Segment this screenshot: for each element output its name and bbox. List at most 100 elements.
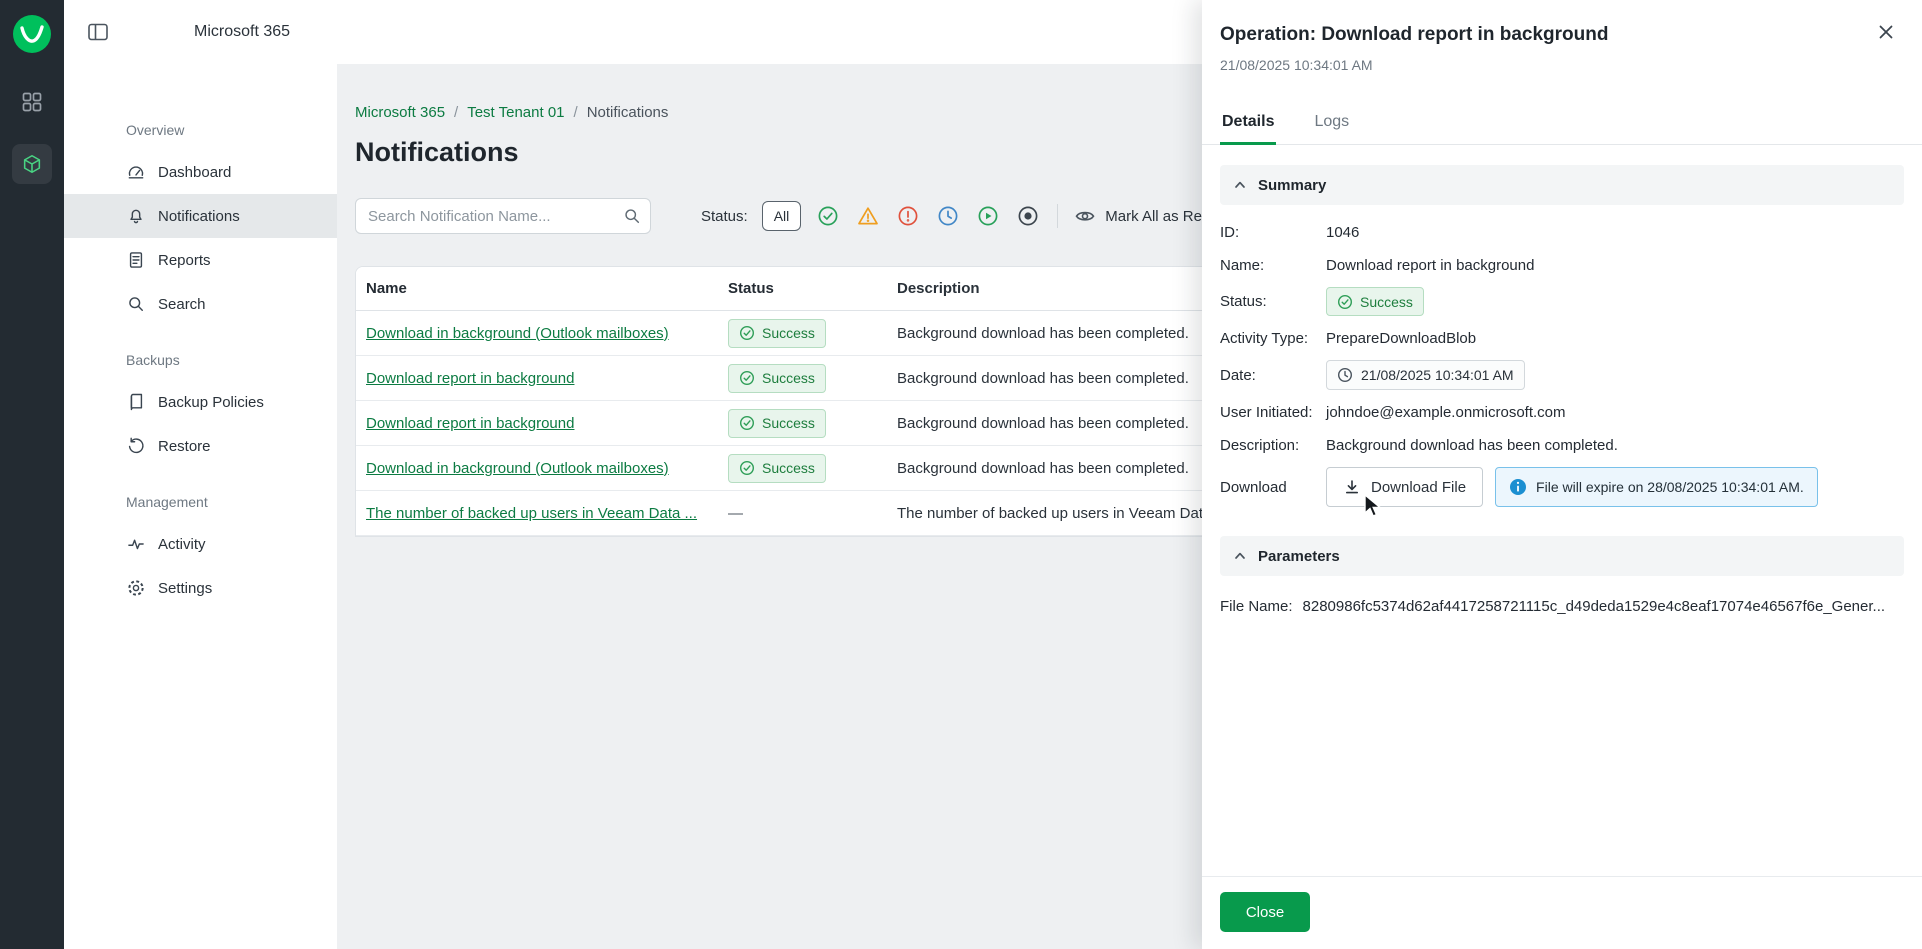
restore-icon [126, 436, 146, 456]
gear-icon [126, 578, 146, 598]
field-label: ID: [1220, 223, 1240, 241]
panel-body: Summary ID: 1046 Name: Download report i… [1202, 145, 1922, 876]
field-label: Description: [1220, 436, 1300, 454]
status-filter-warning-icon[interactable] [855, 203, 881, 229]
field-id: ID: 1046 [1220, 221, 1904, 243]
parameters-heading: Parameters [1258, 547, 1340, 565]
field-value: PrepareDownloadBlob [1326, 329, 1477, 347]
field-label: Date: [1220, 366, 1256, 384]
field-description: Description: Background download has bee… [1220, 434, 1904, 456]
status-badge: Success [728, 363, 826, 393]
field-label: File Name: [1220, 598, 1293, 615]
field-label: Status: [1220, 293, 1267, 310]
status-filter-pending-icon[interactable] [935, 203, 961, 229]
summary-section-header[interactable]: Summary [1220, 165, 1904, 205]
veeam-logo[interactable] [12, 14, 52, 54]
section-label-backups: Backups [126, 352, 180, 368]
sidebar-item-search[interactable]: Search [64, 282, 337, 326]
notification-name-link[interactable]: Download report in background [366, 370, 718, 387]
breadcrumb-link-tenant[interactable]: Test Tenant 01 [467, 104, 564, 121]
bell-icon [126, 206, 146, 226]
field-value: Download report in background [1326, 256, 1535, 274]
column-header-status: Status [728, 280, 774, 297]
report-icon [126, 250, 146, 270]
sidebar-item-label: Reports [158, 251, 211, 269]
notification-name-link[interactable]: Download report in background [366, 415, 718, 432]
clock-icon [1337, 367, 1353, 383]
notification-name-link[interactable]: Download in background (Outlook mailboxe… [366, 460, 718, 477]
close-icon[interactable] [1878, 24, 1894, 40]
download-file-button[interactable]: Download File [1326, 467, 1484, 507]
field-label: User Initiated: [1220, 403, 1313, 421]
apps-grid-icon[interactable] [12, 82, 52, 122]
status-filter-stopped-icon[interactable] [1015, 203, 1041, 229]
sidebar-item-label: Dashboard [158, 163, 232, 181]
tenants-icon[interactable] [12, 144, 52, 184]
info-icon [1509, 478, 1527, 496]
check-circle-icon [739, 415, 755, 431]
toolbar-divider [1057, 204, 1059, 228]
status-filter-error-icon[interactable] [895, 203, 921, 229]
sidebar-item-restore[interactable]: Restore [64, 424, 337, 468]
field-activity-type: Activity Type: PrepareDownloadBlob [1220, 327, 1904, 349]
sidebar-item-backup-policies[interactable]: Backup Policies [64, 380, 337, 424]
mark-all-read-button[interactable]: Mark All as Read [1074, 205, 1219, 227]
sidebar-item-notifications[interactable]: Notifications [64, 194, 337, 238]
check-circle-icon [739, 370, 755, 386]
panel-tabs: Details Logs [1202, 103, 1922, 145]
eye-icon [1074, 205, 1096, 227]
chevron-up-icon [1233, 549, 1247, 563]
status-filter-running-icon[interactable] [975, 203, 1001, 229]
activity-icon [126, 534, 146, 554]
close-button[interactable]: Close [1220, 892, 1310, 932]
operation-details-panel: Operation: Download report in background… [1202, 0, 1922, 949]
section-label-overview: Overview [126, 122, 185, 138]
sidebar: Overview Dashboard Notifications Reports… [64, 64, 337, 949]
field-value: Background download has been completed. [1326, 436, 1618, 454]
status-filter-success-icon[interactable] [815, 203, 841, 229]
chevron-up-icon [1233, 178, 1247, 192]
status-filter-all-button[interactable]: All [761, 201, 802, 231]
check-circle-icon [739, 325, 755, 341]
panel-footer: Close [1202, 876, 1922, 949]
field-label: Name: [1220, 256, 1265, 274]
expiration-info-alert: File will expire on 28/08/2025 10:34:01 … [1495, 467, 1818, 507]
field-status: Status: Success [1220, 287, 1904, 316]
download-icon [1343, 478, 1361, 496]
search-icon [126, 294, 146, 314]
tab-details[interactable]: Details [1220, 103, 1277, 145]
status-badge-label: Success [762, 415, 815, 431]
field-label: Download [1220, 478, 1287, 496]
sidebar-toggle-icon[interactable] [88, 23, 108, 41]
parameters-section-header[interactable]: Parameters [1220, 536, 1904, 576]
column-header-name: Name [366, 280, 407, 297]
panel-header: Operation: Download report in background… [1202, 0, 1922, 73]
tab-logs[interactable]: Logs [1312, 103, 1351, 144]
search-icon[interactable] [623, 207, 641, 225]
sidebar-item-label: Restore [158, 437, 211, 455]
field-file-name: File Name: 8280986fc5374d62af44172587211… [1220, 598, 1904, 615]
sidebar-item-label: Notifications [158, 207, 240, 225]
sidebar-item-dashboard[interactable]: Dashboard [64, 150, 337, 194]
product-title: Microsoft 365 [194, 23, 291, 40]
status-badge: Success [1326, 287, 1424, 316]
app-rail [0, 0, 64, 949]
breadcrumb-current: Notifications [586, 104, 669, 121]
notification-name-link[interactable]: The number of backed up users in Veeam D… [366, 505, 718, 522]
field-label: Activity Type: [1220, 329, 1309, 347]
expiration-note: File will expire on 28/08/2025 10:34:01 … [1536, 479, 1804, 495]
sidebar-item-activity[interactable]: Activity [64, 522, 337, 566]
summary-fields: ID: 1046 Name: Download report in backgr… [1220, 205, 1904, 524]
notification-name-link[interactable]: Download in background (Outlook mailboxe… [366, 325, 718, 342]
status-empty: — [728, 504, 743, 522]
breadcrumb-link-microsoft-365[interactable]: Microsoft 365 [355, 104, 445, 121]
check-circle-icon [1337, 294, 1353, 310]
sidebar-item-settings[interactable]: Settings [64, 566, 337, 610]
sidebar-item-label: Settings [158, 579, 213, 597]
search-input[interactable] [355, 198, 651, 234]
status-filter-label: Status: [701, 207, 748, 225]
field-value: 1046 [1326, 223, 1360, 241]
sidebar-item-reports[interactable]: Reports [64, 238, 337, 282]
download-file-label: Download File [1371, 478, 1467, 496]
date-chip-label: 21/08/2025 10:34:01 AM [1361, 367, 1514, 383]
